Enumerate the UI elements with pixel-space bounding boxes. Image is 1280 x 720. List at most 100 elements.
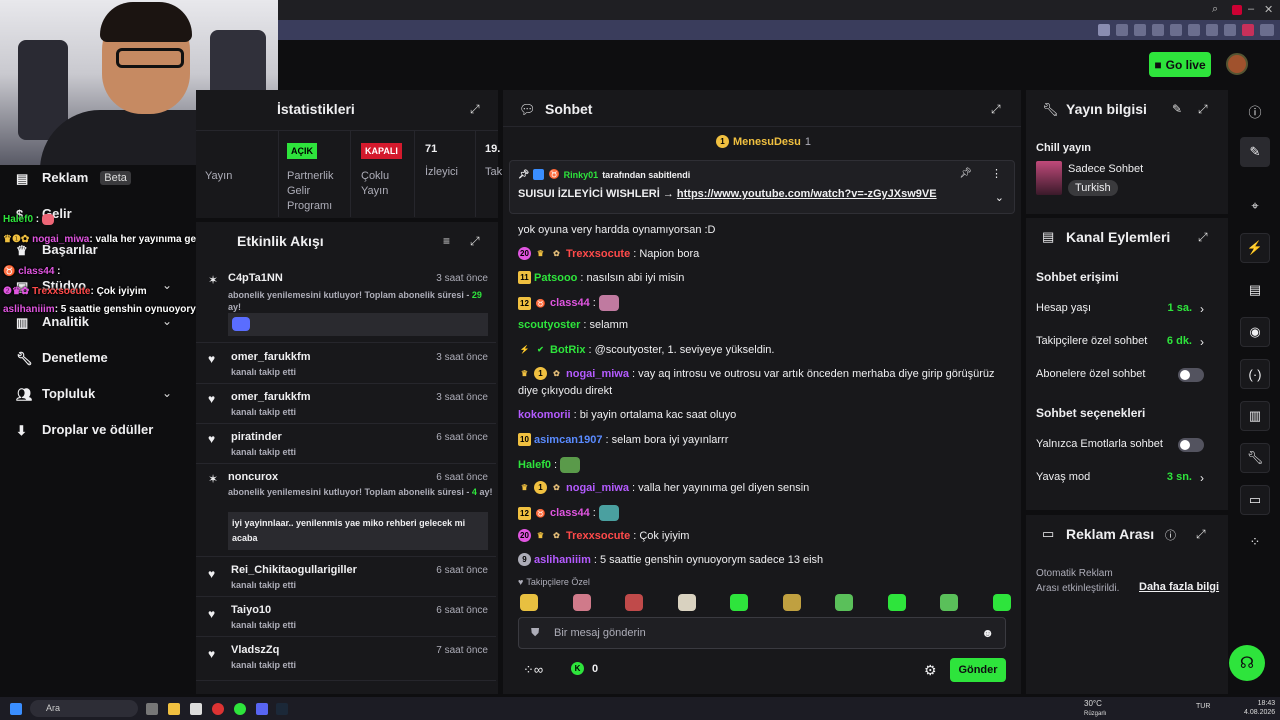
layout-icon[interactable]: ▥ [1240,401,1270,431]
gear-icon[interactable]: ⚙ [924,662,937,679]
sidebar-item-denetleme[interactable]: 🔧︎ Denetleme [16,350,108,366]
extension-icon[interactable] [1152,24,1164,36]
clock[interactable]: 18:43 4.08.2026 [1244,699,1275,717]
emote-button[interactable] [677,594,696,611]
chat-username[interactable]: BotRix [550,344,585,356]
profile-icon[interactable] [1232,5,1242,15]
chat-username[interactable]: scoutyoster [518,319,580,331]
app-icon[interactable] [190,703,202,715]
folder-icon[interactable] [168,703,180,715]
discord-icon[interactable] [256,703,268,715]
extension-icon[interactable] [1224,24,1236,36]
emote-button[interactable] [520,594,538,611]
setting-subscribers-only[interactable]: Abonelere özel sohbet [1036,368,1216,382]
info-icon[interactable]: ⓘ [1165,527,1176,543]
chat-icon[interactable]: ◉ [1240,317,1270,347]
send-button[interactable]: Gönder [950,658,1006,682]
chat-username[interactable]: asimcan1907 [534,434,603,446]
sidebar-item-topluluk[interactable]: 👥︎ Topluluk [16,386,95,402]
chat-username[interactable]: Halef0 [518,459,551,471]
chat-username[interactable]: kokomorii [518,409,571,421]
edit-icon[interactable]: ✎ [1240,137,1270,167]
wrench-icon[interactable]: 🔧︎ [1240,443,1270,473]
search-icon[interactable]: ⌕ [1212,3,1218,16]
popout-icon[interactable]: ⤢ [991,102,1003,116]
community-icon[interactable]: ⁘ [1240,527,1270,557]
setting-emote-only[interactable]: Yalnızca Emotlarla sohbet [1036,438,1216,452]
chevron-down-icon[interactable]: ⌄ [162,278,172,292]
more-icon[interactable]: ⋮ [991,167,1002,180]
emote-image[interactable] [598,505,619,521]
info-icon[interactable]: ⓘ [1240,96,1270,126]
setting-followers-only[interactable]: Takipçilere özel sohbet 6 dk. › [1036,335,1216,349]
chat-username[interactable]: Trexxsocute [566,530,630,542]
chat-username[interactable]: Trexxsocute [566,248,630,260]
leaderboard[interactable]: 1 MenesuDesu 1 [716,135,811,148]
edit-icon[interactable]: ✎ [1172,102,1184,116]
extension-icon[interactable] [1242,24,1254,36]
chat-username[interactable]: nogai_miwa [566,482,629,494]
unpin-icon[interactable]: 📌︎ [959,168,972,179]
spotify-icon[interactable] [234,703,246,715]
extension-icon[interactable] [1260,24,1274,36]
popout-icon[interactable]: ⤢ [1198,102,1210,116]
extension-icon[interactable] [1098,24,1110,36]
emote-button[interactable] [992,594,1011,611]
popout-icon[interactable]: ⤢ [1198,230,1210,244]
avatar[interactable] [1226,53,1248,75]
chat-username[interactable]: class44 [550,297,590,309]
emote-image[interactable] [560,457,581,473]
steam-icon[interactable] [276,703,288,715]
setting-slow-mode[interactable]: Yavaş mod 3 sn. › [1036,471,1216,485]
chat-username[interactable]: Patsooo [534,272,577,284]
extension-icon[interactable] [1188,24,1200,36]
sidebar-item-droplar[interactable]: ⬇ Droplar ve ödüller [16,422,153,438]
windows-icon[interactable] [10,703,22,715]
emote-button[interactable] [887,594,906,611]
browser-icon[interactable] [212,703,224,715]
emote-button[interactable] [782,594,801,611]
chevron-down-icon[interactable]: ⌄ [995,191,1004,204]
learn-more-link[interactable]: Daha fazla bilgi [1139,581,1219,593]
chevron-down-icon[interactable]: ⌄ [162,386,172,400]
document-icon[interactable]: ▤ [1240,275,1270,305]
weather-widget[interactable]: 30°C Rüzgarlı [1084,699,1106,719]
emote-button[interactable] [730,594,748,611]
extension-icon[interactable] [1116,24,1128,36]
filter-icon[interactable]: ≡ [443,234,455,248]
chat-input[interactable]: ⛊ Bir mesaj gönderin ☻ [518,617,1006,649]
channel-points[interactable]: K0 [571,662,598,675]
chat-username[interactable]: class44 [550,507,590,519]
language-indicator[interactable]: TUR [1196,703,1210,710]
search-input[interactable]: Ara [30,700,138,717]
task-view-icon[interactable] [146,703,158,715]
popout-icon[interactable]: ⤢ [470,234,482,248]
emote-button[interactable] [625,594,643,611]
close-icon[interactable]: ✕ [1264,3,1273,16]
popout-icon[interactable]: ⤢ [470,102,482,116]
sidebar-item-reklam[interactable]: ▤ Reklam Beta [16,170,131,186]
broadcast-icon[interactable]: (·) [1240,359,1270,389]
emoji-icon[interactable]: ☻ [981,626,994,640]
minimize-icon[interactable]: – [1248,3,1254,15]
chat-username[interactable]: nogai_miwa [566,368,629,380]
emote-button[interactable] [835,594,853,611]
sidebar-item-analitik[interactable]: ▥ Analitik [16,314,89,330]
chevron-down-icon[interactable]: ⌄ [162,314,172,328]
lightning-icon[interactable]: ⚡ [1240,233,1270,263]
emote-button[interactable] [572,594,591,611]
tag-chip[interactable]: Turkish [1068,180,1118,196]
setting-account-age[interactable]: Hesap yaşı 1 sa. › [1036,302,1216,316]
extension-icon[interactable] [1206,24,1218,36]
emote-image[interactable] [598,295,619,311]
go-live-button[interactable]: ■ Go live [1149,52,1211,77]
community-icon[interactable]: ⁘∞ [523,662,543,678]
emote-button[interactable] [940,594,958,611]
popout-icon[interactable]: ⤢ [1196,527,1208,541]
extension-icon[interactable] [1134,24,1146,36]
pinned-link[interactable]: https://www.youtube.com/watch?v=-zGyJXsw… [677,188,937,200]
window-icon[interactable]: ▭ [1240,485,1270,515]
help-icon[interactable]: ☊ [1229,645,1265,681]
raid-icon[interactable]: ⌖ [1240,191,1270,221]
extension-icon[interactable] [1170,24,1182,36]
